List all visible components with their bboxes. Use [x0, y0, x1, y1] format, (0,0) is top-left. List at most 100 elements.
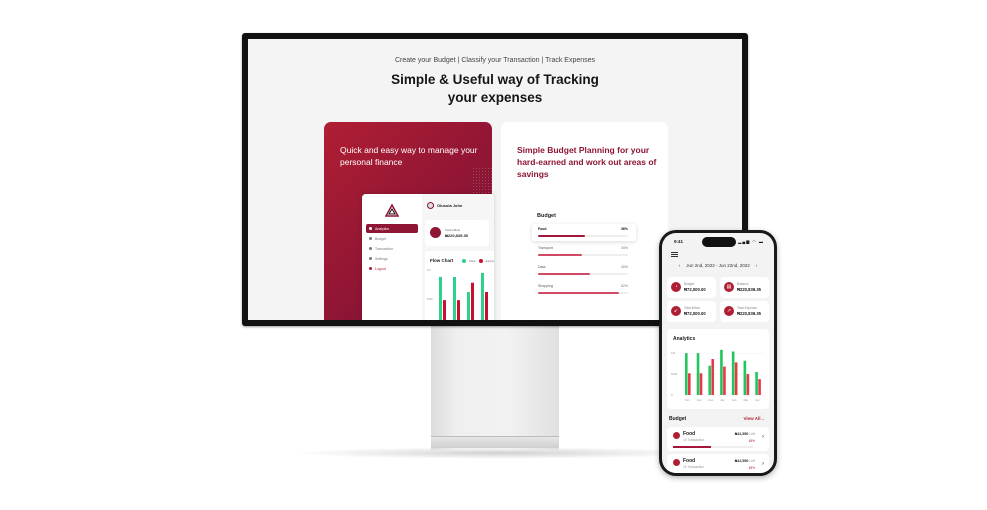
view-all-link[interactable]: View All→ [743, 416, 765, 421]
budget-row-name: Shopping [538, 284, 553, 288]
inflow-icon: ↙ [671, 306, 681, 316]
settings-icon [369, 257, 372, 260]
inflow-bar [453, 276, 456, 320]
expense-bar [699, 373, 703, 395]
total-inflow-card: Total Inflow ₦220,839.35 [425, 220, 489, 246]
inflow-bar [743, 360, 747, 395]
stat-label: Budget [684, 282, 695, 286]
budget-list-item[interactable]: Food 15 Transaction ₦12,550 Left 48% › [667, 427, 769, 451]
status-icons: ▂▄▆ ◠ ▬ [738, 239, 764, 244]
expense-bar [688, 373, 691, 395]
x-tick-label: Dec [708, 398, 714, 402]
arrow-right-icon: → [760, 416, 766, 421]
date-range-picker[interactable]: ‹ Jun 2nd, 2022 - Jun 22nd, 2022 › [662, 263, 774, 268]
inflow-bar [731, 351, 735, 395]
sidebar-item-settings[interactable]: Settings [366, 254, 418, 263]
budget-row-percent: 34% [620, 246, 628, 250]
budget-item-percent: 48% [748, 466, 755, 470]
budget-row-percent: 36% [620, 227, 628, 231]
chevron-left-icon[interactable]: ‹ [679, 263, 681, 268]
analytics-title: Analytics [673, 336, 696, 342]
user-profile[interactable]: Olusola John [427, 202, 462, 209]
stat-card-budget: ◔ Budget ₦72,000.00 [667, 277, 716, 298]
dynamic-island [702, 237, 736, 247]
desktop-dashboard-preview: Analytics Budget Transaction Settings Lo… [362, 194, 494, 320]
flow-chart-title: Flow Chart [430, 258, 454, 263]
expense-bar [443, 300, 446, 320]
phone-budget-title: Budget [669, 416, 687, 422]
budget-row-name: Data [538, 265, 546, 269]
budget-progress-fill [538, 254, 583, 256]
budget-progress-fill [538, 292, 619, 294]
budget-panel-title: Budget [537, 213, 556, 219]
stat-value: ₦220,839.35 [737, 287, 761, 292]
y-tick-label: 0 [671, 393, 673, 397]
app-logo-icon [385, 204, 399, 217]
feature-card-manage-text: Quick and easy way to manage your person… [340, 145, 478, 167]
budget-progress-track [538, 254, 628, 256]
stat-value: ₦220,839.35 [737, 311, 761, 316]
stat-value: ₦72,000.00 [684, 311, 706, 316]
expense-bar [734, 362, 738, 395]
analytics-icon [369, 227, 372, 230]
budget-item-name: Food [683, 458, 696, 464]
budget-progress-fill [538, 235, 585, 237]
total-inflow-value: ₦220,839.35 [445, 233, 468, 238]
phone: 9:41 ▂▄▆ ◠ ▬ ‹ Jun 2nd, 2022 - Jun 22nd, … [659, 230, 777, 476]
inflow-bar [708, 365, 712, 395]
stat-label: Total Inflow [684, 306, 700, 310]
feature-card-budget-text: Simple Budget Planning for your hard-ear… [517, 145, 657, 179]
budget-item-progress-track [673, 446, 753, 448]
budget-progress-fill [538, 273, 591, 275]
y-tick-label: 500k [671, 372, 678, 376]
menu-icon[interactable] [671, 252, 678, 257]
budget-icon: ◔ [671, 282, 681, 292]
inflow-bar [481, 272, 484, 320]
hero-subtitle: Create your Budget | Classify your Trans… [394, 57, 596, 64]
budget-row[interactable]: Transport 34% [532, 243, 636, 260]
budget-item-transactions: 15 Transaction [683, 465, 704, 469]
food-icon [673, 432, 680, 439]
sidebar-item-label: Analytics [375, 226, 390, 231]
budget-icon [369, 237, 372, 240]
dashboard-main: Olusola John Total Inflow ₦220,839.35 Fl… [422, 194, 494, 320]
budget-item-amount: ₦12,550 Left [734, 432, 755, 436]
chevron-right-icon[interactable]: › [762, 461, 764, 467]
dashboard-sidebar: Analytics Budget Transaction Settings Lo… [362, 194, 422, 320]
budget-row[interactable]: Shopping 62% [532, 281, 636, 298]
inflow-bar [720, 349, 723, 395]
legend-expense-label: Expense [485, 259, 494, 263]
x-tick-label: Jan [720, 398, 725, 402]
expense-bar [457, 300, 460, 320]
inflow-bar [696, 353, 700, 395]
date-range-label: Jun 2nd, 2022 - Jun 22nd, 2022 [686, 263, 750, 268]
budget-item-percent: 48% [748, 439, 755, 443]
hero-title-line1: Simple & Useful way of Tracking [391, 72, 599, 87]
stat-card-balance: ▤ Balance ₦220,839.35 [720, 277, 769, 298]
transaction-icon [369, 247, 372, 250]
x-tick-label: Nov [697, 398, 703, 402]
x-tick-label: Apr [755, 398, 759, 402]
hero-title-line2: your expenses [447, 90, 543, 105]
expense-icon: ↗ [724, 306, 734, 316]
budget-row[interactable]: Food 36% [532, 224, 636, 241]
inflow-bar [439, 276, 442, 320]
stat-label: Total Expense [737, 306, 758, 310]
sidebar-item-logout[interactable]: Logout [366, 264, 418, 273]
chevron-right-icon[interactable]: › [762, 434, 764, 440]
stat-value: ₦72,000.00 [684, 287, 706, 292]
sidebar-item-budget[interactable]: Budget [366, 234, 418, 243]
chevron-right-icon[interactable]: › [756, 263, 758, 268]
sidebar-item-transaction[interactable]: Transaction [366, 244, 418, 253]
stat-card-total-expense: ↗ Total Expense ₦220,839.35 [720, 301, 769, 322]
budget-row-percent: 62% [620, 284, 628, 288]
phone-screen: 9:41 ▂▄▆ ◠ ▬ ‹ Jun 2nd, 2022 - Jun 22nd, … [662, 233, 774, 473]
sidebar-item-label: Settings [375, 256, 388, 261]
legend-expense-swatch [478, 259, 483, 263]
stat-label: Balance [737, 282, 749, 286]
sidebar-item-analytics[interactable]: Analytics [366, 224, 418, 233]
budget-list-item[interactable]: Food 15 Transaction ₦12,550 Left 48% › [667, 454, 769, 473]
y-tick-label: 1M [671, 351, 676, 355]
budget-row[interactable]: Data 40% [532, 262, 636, 279]
sidebar-item-label: Transaction [375, 246, 394, 251]
